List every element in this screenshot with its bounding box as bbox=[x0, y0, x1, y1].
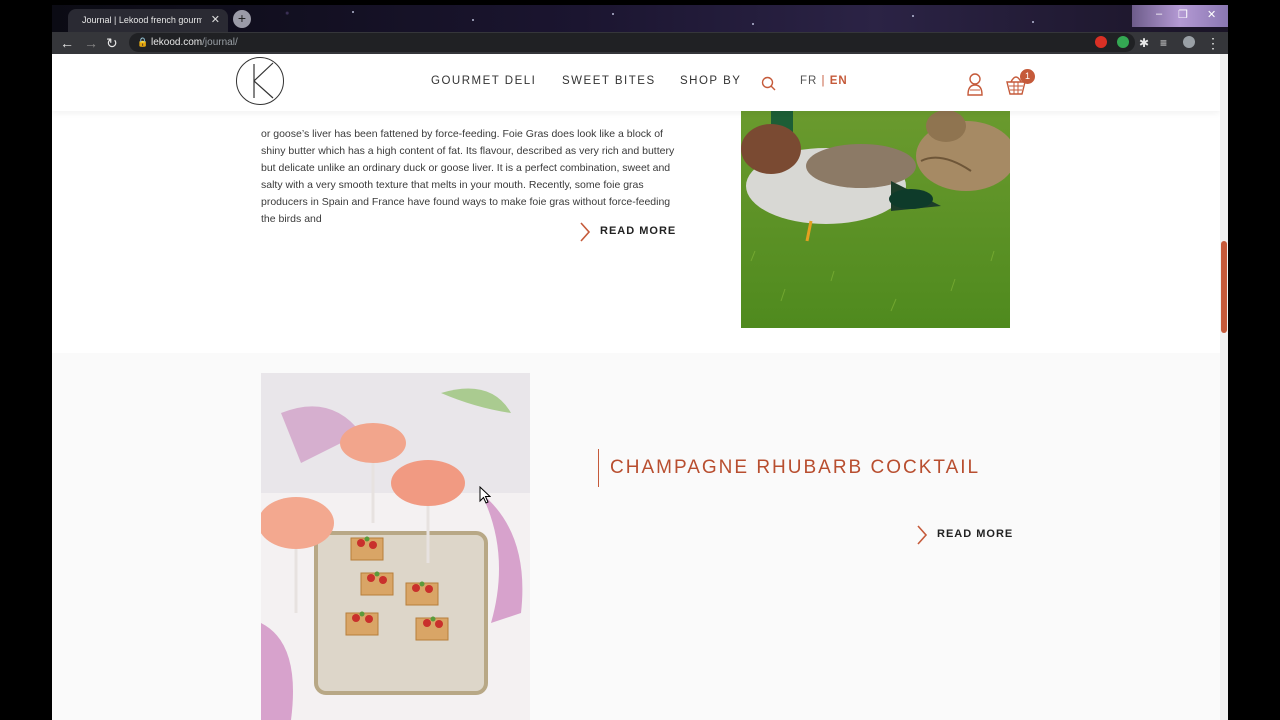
post-foie-gras: or goose’s liver has been fattened by fo… bbox=[52, 111, 1220, 353]
browser-tab[interactable]: Journal | Lekood french gourmet ✕ bbox=[68, 9, 228, 32]
search-icon[interactable] bbox=[761, 76, 776, 91]
back-icon[interactable]: ← bbox=[60, 34, 74, 52]
extension-icon[interactable] bbox=[1095, 36, 1107, 48]
post-title[interactable]: CHAMPAGNE RHUBARB COCKTAIL bbox=[598, 449, 980, 487]
nav-gourmet-deli[interactable]: GOURMET DELI bbox=[431, 75, 536, 87]
web-page: or goose’s liver has been fattened by fo… bbox=[52, 54, 1220, 720]
starfield-dot bbox=[472, 19, 474, 21]
new-tab-button[interactable]: + bbox=[233, 10, 251, 28]
site-header: GOURMET DELI SWEET BITES SHOP BY FR | EN… bbox=[52, 54, 1220, 111]
read-more-link[interactable]: READ MORE bbox=[917, 525, 1014, 545]
read-more-label: READ MORE bbox=[600, 225, 677, 237]
maximize-icon[interactable]: ❐ bbox=[1178, 8, 1188, 21]
url-path: /journal/ bbox=[202, 37, 238, 48]
lekood-logo[interactable] bbox=[236, 57, 284, 105]
lang-fr[interactable]: FR bbox=[800, 75, 817, 87]
cocktail-image[interactable] bbox=[261, 373, 530, 720]
mouse-cursor-icon bbox=[479, 486, 491, 504]
starfield-dot bbox=[1032, 21, 1034, 23]
browser-menu-icon[interactable]: ⋮ bbox=[1206, 34, 1220, 52]
minimize-icon[interactable]: – bbox=[1156, 8, 1162, 20]
grammarly-icon[interactable] bbox=[1117, 36, 1129, 48]
page-scrollbar[interactable] bbox=[1220, 54, 1228, 720]
browser-toolbar: ← → ↻ 🔒 lekood.com/journal/ ☆ ✱ ≡ ⋮ bbox=[52, 32, 1228, 54]
media-controls-icon[interactable]: ≡ bbox=[1160, 34, 1167, 52]
nav-shop-by[interactable]: SHOP BY bbox=[680, 75, 741, 87]
forward-icon[interactable]: → bbox=[84, 34, 98, 52]
post-excerpt: or goose’s liver has been fattened by fo… bbox=[261, 127, 675, 225]
nav-sweet-bites[interactable]: SWEET BITES bbox=[562, 75, 656, 87]
starfield-dot bbox=[352, 11, 354, 13]
lock-icon: 🔒 bbox=[137, 37, 149, 47]
browser-tab-strip: Journal | Lekood french gourmet ✕ + – ❐ … bbox=[52, 5, 1228, 32]
profile-avatar-icon[interactable] bbox=[1183, 36, 1195, 48]
chevron-right-icon bbox=[917, 525, 928, 545]
tab-title: Journal | Lekood french gourmet bbox=[82, 15, 202, 25]
tab-close-icon[interactable]: ✕ bbox=[211, 9, 220, 32]
chevron-right-icon bbox=[580, 222, 591, 242]
cart-count-badge: 1 bbox=[1020, 69, 1035, 84]
post-champagne-rhubarb-cocktail: CHAMPAGNE RHUBARB COCKTAIL READ MORE bbox=[52, 353, 1220, 720]
address-bar[interactable]: 🔒 lekood.com/journal/ ☆ bbox=[129, 33, 1135, 52]
reload-icon[interactable]: ↻ bbox=[106, 34, 118, 52]
starfield-dot bbox=[912, 15, 914, 17]
account-icon[interactable] bbox=[966, 72, 984, 96]
read-more-link[interactable]: READ MORE bbox=[580, 222, 677, 242]
lang-en[interactable]: EN bbox=[830, 75, 848, 87]
read-more-label: READ MORE bbox=[937, 528, 1014, 540]
ducks-image[interactable] bbox=[741, 111, 1010, 328]
language-switcher: FR | EN bbox=[800, 75, 848, 87]
url-domain: lekood.com bbox=[151, 37, 203, 48]
close-window-icon[interactable]: ✕ bbox=[1207, 8, 1216, 21]
starfield-dot bbox=[752, 23, 754, 25]
window-controls: – ❐ ✕ bbox=[1132, 5, 1228, 27]
puzzle-extensions-icon[interactable]: ✱ bbox=[1139, 34, 1149, 52]
starfield-dot bbox=[612, 13, 614, 15]
lang-separator: | bbox=[821, 75, 826, 87]
scrollbar-thumb[interactable] bbox=[1221, 241, 1227, 333]
